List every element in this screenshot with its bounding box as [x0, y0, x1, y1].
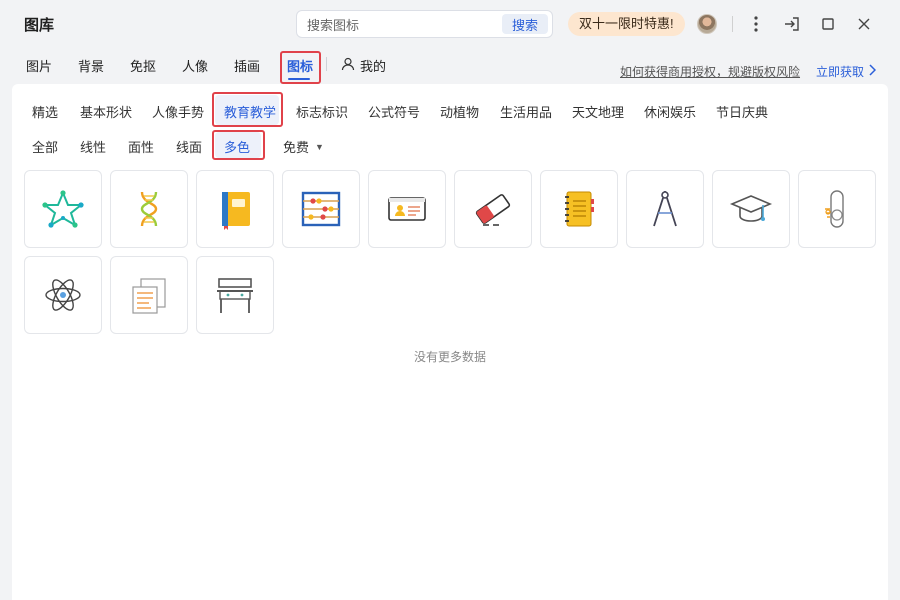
category-signs[interactable]: 标志标识	[296, 102, 348, 121]
icon-card-star-network[interactable]	[24, 170, 102, 248]
category-featured[interactable]: 精选	[32, 102, 58, 121]
chevron-right-icon	[868, 64, 877, 79]
search-button[interactable]: 搜索	[502, 14, 548, 34]
icon-card-notebook[interactable]	[540, 170, 618, 248]
category-animals-plants[interactable]: 动植物	[440, 102, 479, 121]
tab-icons[interactable]: 图标	[287, 56, 313, 75]
title-bar: 图库 搜索 双十一限时特惠!	[0, 0, 900, 48]
category-festivals[interactable]: 节日庆典	[716, 102, 768, 121]
price-filter-value: 免费	[283, 140, 310, 155]
tab-cutouts[interactable]: 免抠	[130, 56, 156, 75]
promo-badge[interactable]: 双十一限时特惠!	[568, 12, 685, 36]
dna-icon	[140, 191, 158, 227]
icon-card-id-card[interactable]	[368, 170, 446, 248]
tab-portraits[interactable]: 人像	[182, 56, 208, 75]
category-education[interactable]: 教育教学	[224, 102, 276, 121]
tab-mine[interactable]: 我的	[341, 56, 386, 75]
tab-backgrounds[interactable]: 背景	[78, 56, 104, 75]
tab-illustrations[interactable]: 插画	[234, 56, 260, 75]
graduation-cap-icon	[729, 195, 773, 222]
diploma-scroll-icon	[825, 190, 844, 228]
more-menu-icon[interactable]	[746, 14, 766, 34]
get-now-label: 立即获取	[816, 65, 865, 79]
caret-down-icon: ▼	[315, 141, 324, 152]
style-line-fill[interactable]: 线面	[176, 137, 202, 156]
icon-card-diploma[interactable]	[798, 170, 876, 248]
titlebar-divider	[732, 16, 733, 32]
icon-card-abacus[interactable]	[282, 170, 360, 248]
icon-card-book[interactable]	[196, 170, 274, 248]
no-more-data-text: 没有更多数据	[413, 350, 486, 364]
category-leisure[interactable]: 休闲娱乐	[644, 102, 696, 121]
get-now-link[interactable]: 立即获取	[816, 63, 877, 80]
style-linear[interactable]: 线性	[80, 137, 106, 156]
search-box: 搜索	[296, 10, 553, 38]
icon-card-documents[interactable]	[110, 256, 188, 334]
book-icon	[222, 192, 250, 230]
maximize-icon[interactable]	[818, 14, 838, 34]
compass-drawing-icon	[653, 191, 677, 227]
icon-card-school-desk[interactable]	[196, 256, 274, 334]
price-filter-select[interactable]: 免费 ▼	[283, 137, 324, 156]
school-desk-icon	[217, 278, 253, 313]
category-people-gestures[interactable]: 人像手势	[152, 102, 204, 121]
documents-icon	[132, 278, 166, 314]
close-icon[interactable]	[854, 14, 874, 34]
tab-mine-label: 我的	[360, 59, 387, 74]
category-basic-shapes[interactable]: 基本形状	[80, 102, 132, 121]
style-all[interactable]: 全部	[32, 137, 58, 156]
tab-separator	[326, 57, 327, 71]
tab-images[interactable]: 图片	[26, 56, 52, 75]
category-daily-items[interactable]: 生活用品	[500, 102, 552, 121]
icon-card-graduation-cap[interactable]	[712, 170, 790, 248]
abacus-icon	[301, 191, 341, 227]
search-input[interactable]	[307, 16, 492, 34]
avatar[interactable]	[697, 14, 717, 34]
icon-card-dna[interactable]	[110, 170, 188, 248]
id-card-icon	[388, 197, 426, 221]
eraser-icon	[475, 194, 511, 226]
category-astronomy-geography[interactable]: 天文地理	[572, 102, 624, 121]
style-multicolor[interactable]: 多色	[224, 137, 250, 156]
notebook-icon	[565, 191, 594, 227]
exit-icon[interactable]	[782, 14, 802, 34]
category-formulas[interactable]: 公式符号	[368, 102, 420, 121]
style-filled[interactable]: 面性	[128, 137, 154, 156]
content-panel: 精选 基本形状 人像手势 教育教学 标志标识 公式符号 动植物 生活用品 天文地…	[12, 84, 888, 600]
icon-card-compass[interactable]	[626, 170, 704, 248]
active-tab-underline	[288, 78, 310, 80]
star-network-icon	[42, 190, 84, 228]
icon-card-eraser[interactable]	[454, 170, 532, 248]
license-link[interactable]: 如何获得商用授权，规避版权风险	[620, 63, 800, 80]
user-icon	[341, 57, 355, 74]
app-title: 图库	[24, 17, 55, 34]
icon-card-atom[interactable]	[24, 256, 102, 334]
atom-icon	[45, 279, 81, 311]
